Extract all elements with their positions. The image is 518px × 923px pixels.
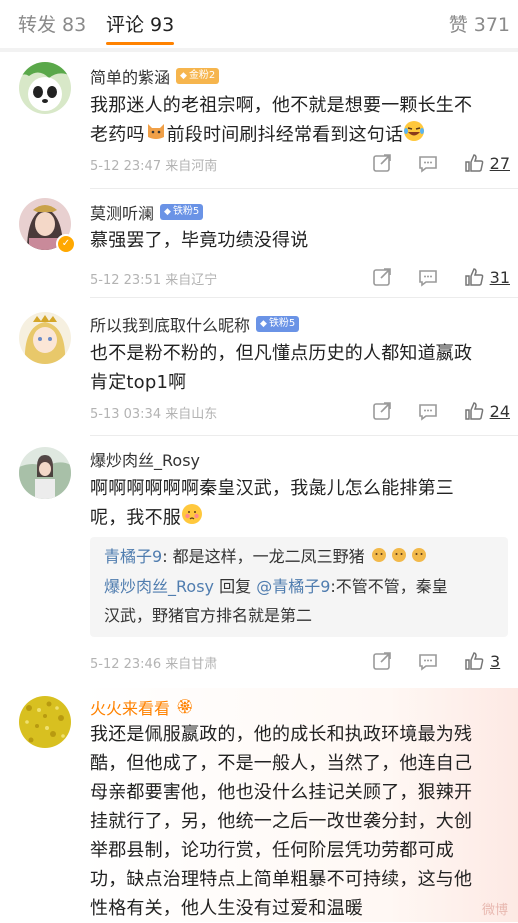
username[interactable]: 火火来看看 [90,695,170,719]
dog-emoji-icon [370,543,430,572]
comment-item: 简单的紫涵 ◆ 金粉2 我那迷人的老祖宗啊，他不就是想要一颗长生不 老药吗 前段时间… [0,52,518,189]
comment-item: 爆炒肉丝_Rosy 啊啊啊啊啊啊秦皇汉武，我彘儿怎么能排第三 呢，我不服 青橘子… [0,437,518,687]
avatar[interactable] [19,447,71,499]
avatar[interactable] [19,312,71,364]
comment-text-line: 啊啊啊啊啊啊秦皇汉武，我彘儿怎么能排第三 [90,478,454,499]
like-count[interactable]: 3 [490,652,510,671]
tab-repost[interactable]: 转发 83 [18,10,86,37]
comment-text-line: 举郡县制，论功行赏，任何阶层凭功劳都可成 [90,840,454,861]
comment-meta: 5-12 23:51 来自辽宁 [90,273,218,288]
reply-username[interactable]: 青橘子9 [104,547,162,566]
comment-text: 慕强罢了，毕竟功绩没得说 [90,226,502,255]
reply-text: 回复 [214,577,257,596]
like-icon[interactable] [463,650,485,672]
comment-meta: 5-12 23:47 来自河南 [90,159,218,174]
comment-text-line: 老药吗 前段时间刷抖经常看到这句话 [90,120,502,151]
comment-actions: 3 [347,650,510,672]
reply-text: : 都是这样，一龙二凤三野猪 [162,547,365,566]
fire-badge-icon: 🏵 [176,699,194,715]
comment-text-line: 酷，但他成了，不是一般人，当然了，他连自己 [90,753,473,774]
reply-text: 汉武，野猪官方排名就是第二 [104,606,313,625]
comment-meta: 5-13 03:34 来自山东 [90,407,218,422]
avatar[interactable] [19,62,71,114]
comment-text-line: 性格有关，他人生没有过爱和温暖 [90,898,363,919]
divider [90,188,518,189]
divider [90,435,518,436]
tab-comment[interactable]: 评论 93 [106,10,175,45]
tab-bar: 转发 83 评论 93 赞 371 [0,0,518,48]
v-badge-icon: ✓ [56,234,76,254]
fan-badge[interactable]: ◆ 金粉2 [176,68,220,84]
comment-text-line: 我那迷人的老祖宗啊，他不就是想要一颗长生不 [90,95,473,116]
comment-actions: 31 [347,266,510,288]
like-icon[interactable] [463,266,485,288]
comment-icon[interactable] [417,400,439,422]
user-row: 火火来看看 🏵 [90,696,194,718]
like-icon[interactable] [463,152,485,174]
tab-like[interactable]: 赞 371 [449,10,510,37]
comment-text-line: 也不是粉不粉的，但凡懂点历史的人都知道嬴政 [90,343,473,364]
fan-badge-label: 金粉2 [188,70,216,81]
comment-icon[interactable] [417,266,439,288]
comment-text-line: 肯定top1啊 [90,372,187,393]
reply-item: 青橘子9: 都是这样，一龙二凤三野猪 [104,542,498,572]
shy-emoji-icon [181,503,203,534]
comment-icon[interactable] [417,650,439,672]
comment-item: ✓ 莫测听澜 ◆ 铁粉5 慕强罢了，毕竟功绩没得说 5-12 23:51 来自辽宁… [0,190,518,298]
user-row: 莫测听澜 ◆ 铁粉5 [90,200,204,224]
fan-badge-label: 铁粉5 [172,206,200,217]
share-icon[interactable] [371,650,393,672]
username[interactable]: 爆炒肉丝_Rosy [90,447,200,471]
username[interactable]: 所以我到底取什么昵称 [90,312,250,336]
like-count[interactable]: 31 [490,268,510,287]
reply-mention[interactable]: @青橘子9 [256,577,330,596]
comment-actions: 24 [347,400,510,422]
fan-badge[interactable]: ◆ 铁粉5 [256,316,300,332]
reply-item: 爆炒肉丝_Rosy 回复 @青橘子9:不管不管，秦皇 [104,572,498,601]
share-icon[interactable] [371,400,393,422]
comment-text-part: 前段时间刷抖经常看到这句话 [166,124,404,146]
fan-badge-icon: ◆ [180,71,187,81]
share-icon[interactable] [371,266,393,288]
fan-badge-icon: ◆ [164,207,171,217]
reply-item: 汉武，野猪官方排名就是第二 [104,601,498,630]
divider [90,297,518,298]
comment-item: 火火来看看 🏵 我还是佩服嬴政的，他的成长和执政环境最为残 酷，但他成了，不是一… [0,688,518,922]
reply-text: :不管不管，秦皇 [330,577,448,596]
share-icon[interactable] [371,152,393,174]
user-row: 爆炒肉丝_Rosy [90,448,200,470]
comment-actions: 27 [347,152,510,174]
comment-text-line: 我还是佩服嬴政的，他的成长和执政环境最为残 [90,724,473,745]
comment-text: 也不是粉不粉的，但凡懂点历史的人都知道嬴政 肯定top1啊 [90,339,502,397]
comment-text: 我还是佩服嬴政的，他的成长和执政环境最为残 酷，但他成了，不是一般人，当然了，他… [90,720,502,923]
cat-emoji-icon [145,120,167,151]
fan-badge-label: 铁粉5 [268,318,296,329]
comment-text-line: 挂就行了，另，他统一之后一改世袭分封，大创 [90,811,473,832]
watermark: 微博 [481,903,508,918]
comment-icon[interactable] [417,152,439,174]
comment-text-line: 母亲都要害他，他也没什么挂记关顾了，狠辣开 [90,782,473,803]
comment-text-line: 慕强罢了，毕竟功绩没得说 [90,230,309,251]
like-count[interactable]: 27 [490,154,510,173]
comment-text: 啊啊啊啊啊啊秦皇汉武，我彘儿怎么能排第三 呢，我不服 [90,474,502,534]
reply-username[interactable]: 爆炒肉丝_Rosy [104,577,214,596]
like-icon[interactable] [463,400,485,422]
laugh-cry-emoji-icon [403,120,425,151]
comment-text-line: 呢，我不服 [90,503,502,534]
comment-text-line: 功，缺点治理特点上简单粗暴不可持续，这与他 [90,869,473,890]
comment-text-part: 老药吗 [90,124,145,146]
username[interactable]: 简单的紫涵 [90,64,170,88]
comment-text: 我那迷人的老祖宗啊，他不就是想要一颗长生不 老药吗 前段时间刷抖经常看到这句话 [90,91,502,151]
fan-badge[interactable]: ◆ 铁粉5 [160,204,204,220]
comment-item: 所以我到底取什么昵称 ◆ 铁粉5 也不是粉不粉的，但凡懂点历史的人都知道嬴政 肯定… [0,300,518,436]
comment-meta: 5-12 23:46 来自甘肃 [90,657,218,672]
fan-badge-icon: ◆ [260,319,267,329]
comment-text-part: 呢，我不服 [90,507,181,529]
username[interactable]: 莫测听澜 [90,200,154,224]
reply-box[interactable]: 青橘子9: 都是这样，一龙二凤三野猪 爆炒肉丝_Rosy 回复 @青橘子9:不管… [90,537,508,637]
like-count[interactable]: 24 [490,402,510,421]
user-row: 所以我到底取什么昵称 ◆ 铁粉5 [90,312,300,336]
user-row: 简单的紫涵 ◆ 金粉2 [90,64,220,88]
avatar[interactable] [19,696,71,748]
